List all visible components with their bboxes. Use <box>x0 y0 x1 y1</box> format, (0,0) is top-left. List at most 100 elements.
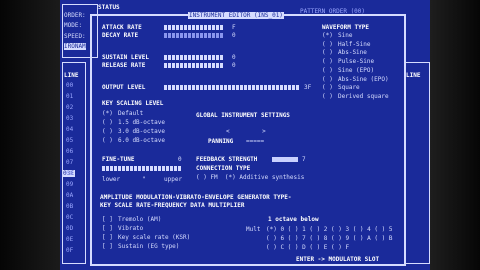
waveform-option-mark[interactable]: ( ) <box>322 49 333 56</box>
feedback-slider[interactable] <box>272 157 298 162</box>
decay-rate-label: DECAY RATE <box>102 32 139 39</box>
octave-title: 1 octave below <box>268 216 319 223</box>
key-scaling-option-label: Default <box>118 110 144 117</box>
output-level-slider[interactable] <box>164 85 300 90</box>
waveform-option-label: Abs-Sine (EPO) <box>338 75 389 83</box>
fine-tune-value: 0 <box>178 156 182 163</box>
fine-tune-slider[interactable] <box>102 166 182 171</box>
left-row-number: 09 <box>66 181 74 188</box>
left-row-number: 0C <box>66 214 74 221</box>
left-row-number: 0D <box>66 225 74 232</box>
monitor-bezel-left <box>0 0 60 270</box>
left-row-number: 0A <box>66 192 74 199</box>
feedback-label: FEEDBACK STRENGTH <box>196 156 258 163</box>
left-row-number: 07 <box>66 159 74 166</box>
waveform-option-mark[interactable]: ( ) <box>322 76 333 83</box>
left-row-number: 02 <box>66 104 74 111</box>
waveform-title: WAVEFORM TYPE <box>322 24 369 31</box>
waveform-option-mark[interactable]: ( ) <box>322 93 333 100</box>
left-row-number: 0E <box>66 236 74 243</box>
waveform-option-label: Sine (EPO) <box>338 66 375 74</box>
left-row-number: 01 <box>66 93 74 100</box>
key-scaling-option-mark[interactable]: ( ) <box>102 137 113 144</box>
left-row-number: 0B <box>66 203 74 210</box>
monitor-bezel-right <box>430 0 480 270</box>
modulation-header: AMPLITUDE MODULATION-VIBRATO-ENVELOPE GE… <box>100 194 292 201</box>
key-scaling-option-mark[interactable]: ( ) <box>102 119 113 126</box>
key-scaling-option-label: 1.5 dB-octave <box>118 119 165 126</box>
left-row-number: 04 <box>66 126 74 133</box>
modulator-slot-hint[interactable]: ENTER -> MODULATOR SLOT <box>296 256 379 263</box>
modulation-check-label: Tremolo (AM) <box>118 216 162 223</box>
waveform-option-label: Derived square <box>338 92 389 100</box>
left-row-number: 00 <box>66 82 74 89</box>
waveform-option-label: Sine <box>338 32 353 39</box>
left-row-number: 06 <box>66 148 74 155</box>
instrument-name[interactable]: IRONAM <box>64 43 86 50</box>
global-settings-title: GLOBAL INSTRUMENT SETTINGS <box>196 112 290 119</box>
modulation-check-label: Sustain (EG type) <box>118 243 180 250</box>
order-label: ORDER: <box>64 12 86 19</box>
panning-arrows[interactable]: < > <box>226 128 266 135</box>
modulation-check-label: Key scale rate (KSR) <box>118 234 191 241</box>
release-rate-value: 0 <box>232 62 236 69</box>
line-label-left: LINE <box>64 72 79 79</box>
multiplier-row[interactable]: ( ) C ( ) D ( ) E ( ) F <box>266 244 349 251</box>
decay-rate-value: 0 <box>232 32 236 39</box>
modulation-header-2: KEY SCALE RATE-FREQUENCY DATA MULTIPLIER <box>100 202 245 209</box>
fine-tune-lower: lower <box>102 176 121 183</box>
waveform-option-mark[interactable]: ( ) <box>322 58 333 65</box>
key-scaling-option-label: 6.0 dB-octave <box>118 137 165 144</box>
fine-tune-upper: upper <box>164 176 183 183</box>
right-pattern-column <box>404 62 430 264</box>
output-level-value: 3F <box>304 84 312 91</box>
panning-label: PANNING <box>208 138 234 145</box>
modulation-check-mark[interactable]: [ ] <box>102 216 113 223</box>
waveform-option-mark[interactable]: ( ) <box>322 67 333 74</box>
key-scaling-option-label: 3.0 dB-octave <box>118 128 165 135</box>
waveform-option-mark[interactable]: ( ) <box>322 41 333 48</box>
left-row-number: 08 <box>66 170 74 177</box>
panning-value[interactable]: ===== <box>246 138 264 145</box>
fine-tune-label: FINE-TUNE <box>102 156 135 163</box>
mult-label: Mult <box>246 226 261 233</box>
sustain-level-value: 0 <box>232 54 236 61</box>
line-label-right: LINE <box>406 72 421 79</box>
waveform-option-mark[interactable]: (*) <box>322 32 333 39</box>
mode-label: MODE: <box>64 22 83 29</box>
modulation-check-mark[interactable]: [ ] <box>102 225 113 232</box>
release-rate-label: RELEASE RATE <box>102 62 146 69</box>
left-row-number: 03 <box>66 115 74 122</box>
waveform-option-label: Pulse-Sine <box>338 58 375 66</box>
dialog-title: INSTRUMENT EDITOR (INS_01) <box>188 12 284 19</box>
left-row-number: 05 <box>66 137 74 144</box>
key-scaling-option-mark[interactable]: (*) <box>102 110 113 117</box>
status-label: STATUS <box>98 4 120 11</box>
key-scaling-option-mark[interactable]: ( ) <box>102 128 113 135</box>
speed-label: SPEED: <box>64 33 86 40</box>
waveform-option-label: Half-Sine <box>338 40 371 48</box>
connection-type-options[interactable]: ( ) FM (*) Additive synthesis <box>196 174 304 181</box>
modulation-check-mark[interactable]: [ ] <box>102 234 113 241</box>
modulation-check-label: Vibrato <box>118 225 144 232</box>
sustain-level-slider[interactable] <box>164 55 224 60</box>
multiplier-row[interactable]: (*) 0 ( ) 1 ( ) 2 ( ) 3 ( ) 4 ( ) 5 <box>266 226 392 233</box>
attack-rate-slider[interactable] <box>164 25 224 30</box>
tracker-screen: STATUS ORDER: MODE: SPEED: IRONAM PATTER… <box>60 0 430 270</box>
output-level-label: OUTPUT LEVEL <box>102 84 146 91</box>
fine-tune-mid: " <box>142 176 146 183</box>
waveform-option-label: Abs-Sine <box>338 49 367 57</box>
decay-rate-slider[interactable] <box>164 33 224 38</box>
key-scaling-title: KEY SCALING LEVEL <box>102 100 164 107</box>
attack-rate-label: ATTACK RATE <box>102 24 142 31</box>
connection-type-title: CONNECTION TYPE <box>196 165 251 172</box>
waveform-option-mark[interactable]: ( ) <box>322 84 333 91</box>
left-row-number: 0F <box>66 247 74 254</box>
sustain-level-label: SUSTAIN LEVEL <box>102 54 149 61</box>
modulation-check-mark[interactable]: [ ] <box>102 243 113 250</box>
attack-rate-value: F <box>232 24 236 31</box>
waveform-option-label: Square <box>338 84 360 92</box>
feedback-value: 7 <box>302 156 306 163</box>
release-rate-slider[interactable] <box>164 63 224 68</box>
multiplier-row[interactable]: ( ) 6 ( ) 7 ( ) 8 ( ) 9 ( ) A ( ) B <box>266 235 392 242</box>
